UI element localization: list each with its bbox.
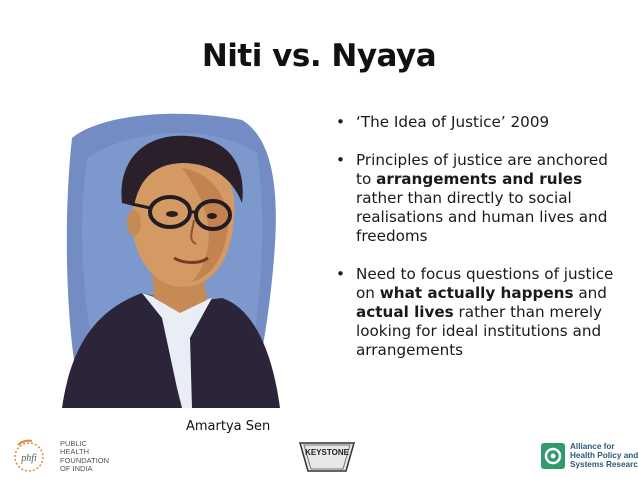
bullet-bold-text: what actually happens	[379, 284, 574, 302]
phfi-branding: phfi Public Health Foundation of India	[8, 437, 148, 477]
ahpsr-line: Alliance for	[570, 442, 615, 451]
keystone-logo: KEYSTONE	[296, 441, 358, 473]
slide-title: Niti vs. Nyaya	[201, 38, 437, 74]
phfi-logo: phfi	[14, 439, 44, 472]
ahpsr-name: Alliance for Health Policy and Systems R…	[570, 442, 638, 469]
bullet-bold-text: actual lives	[356, 303, 454, 321]
phfi-mark: phfi	[20, 453, 37, 464]
bullet-list: • ‘The Idea of Justice’ 2009 • Principles …	[334, 113, 624, 379]
ahpsr-line: Systems Research	[570, 460, 638, 469]
bullet-item: • Principles of justice are anchored to a…	[336, 151, 608, 245]
bullet-bold-text: arrangements and rules	[376, 170, 583, 188]
bullet-text: ‘The Idea of Justice’ 2009	[356, 113, 550, 131]
phfi-name: Public Health Foundation of India	[60, 439, 109, 474]
keystone-label: KEYSTONE	[305, 448, 349, 457]
amartya-sen-portrait	[62, 113, 280, 408]
phfi-line: of India	[60, 464, 93, 474]
ahpsr-branding: Alliance for Health Policy and Systems R…	[540, 441, 638, 477]
keystone-shape	[299, 442, 355, 472]
bullet-text-post: rather than directly to social realisati…	[356, 189, 608, 245]
ahpsr-logo	[541, 443, 565, 469]
bullet-item: • ‘The Idea of Justice’ 2009	[336, 113, 550, 131]
bullet-item: • Need to focus questions of justice on w…	[336, 265, 614, 359]
portrait-caption: Amartya Sen	[186, 419, 271, 434]
bullet-text-mid: and	[573, 284, 607, 302]
ahpsr-line: Health Policy and	[570, 451, 638, 460]
